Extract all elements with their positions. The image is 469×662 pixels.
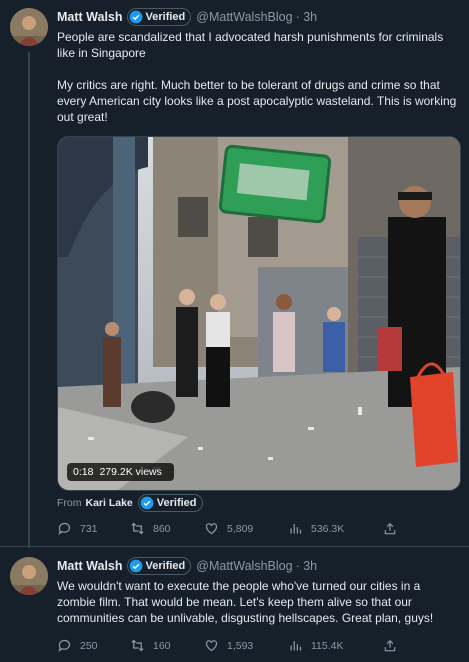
share-button[interactable] xyxy=(383,522,405,536)
verified-label: Verified xyxy=(145,560,186,572)
retweet-icon xyxy=(131,639,144,652)
avatar[interactable] xyxy=(10,557,48,595)
reply-count: 250 xyxy=(80,639,98,652)
reply-button[interactable]: 731 xyxy=(57,521,130,536)
views-icon xyxy=(290,641,302,651)
verified-badge[interactable]: Verified xyxy=(126,8,192,26)
like-button[interactable]: 5,809 xyxy=(204,521,288,536)
views-button[interactable]: 115.4K xyxy=(288,638,383,653)
video-views: 279.2K views xyxy=(99,466,162,478)
views-icon xyxy=(290,524,302,534)
reply-button[interactable]: 250 xyxy=(57,638,130,653)
view-count: 115.4K xyxy=(311,639,344,652)
share-icon xyxy=(384,639,396,651)
reply-icon xyxy=(58,639,71,653)
tweet-time[interactable]: · 3h xyxy=(296,10,318,24)
like-count: 1,593 xyxy=(227,639,254,652)
share-icon xyxy=(384,522,396,534)
tweet-text-paragraph: We wouldn't want to execute the people w… xyxy=(57,579,434,625)
author-handle[interactable]: @MattWalshBlog xyxy=(196,10,292,24)
reply-count: 731 xyxy=(80,522,98,535)
verified-check-icon xyxy=(129,559,142,573)
tweet-text: We wouldn't want to execute the people w… xyxy=(57,578,457,626)
tweet[interactable]: Matt Walsh Verified @MattWalshBlog · 3h … xyxy=(0,546,469,662)
tweet-header: Matt Walsh Verified @MattWalshBlog · 3h xyxy=(57,8,317,26)
avatar[interactable] xyxy=(10,8,48,46)
verified-badge[interactable]: Verified xyxy=(126,557,192,575)
retweet-count: 860 xyxy=(153,522,171,535)
tweet-text-paragraph: People are scandalized that I advocated … xyxy=(57,30,444,60)
tweet-actions: 731 860 5,809 536.3K xyxy=(57,521,405,536)
tweet-text: People are scandalized that I advocated … xyxy=(57,29,457,125)
video-player[interactable]: 0:18 279.2K views xyxy=(57,136,461,491)
views-button[interactable]: 536.3K xyxy=(288,521,383,536)
video-stats: 0:18 279.2K views xyxy=(67,463,174,481)
video-frame xyxy=(58,137,460,490)
author-name[interactable]: Matt Walsh xyxy=(57,10,123,24)
retweet-button[interactable]: 160 xyxy=(130,638,204,653)
retweet-button[interactable]: 860 xyxy=(130,521,204,536)
verified-badge[interactable]: Verified xyxy=(137,494,203,512)
from-label: From xyxy=(57,497,82,509)
like-button[interactable]: 1,593 xyxy=(204,638,288,653)
view-count: 536.3K xyxy=(311,522,345,535)
tweet-time[interactable]: · 3h xyxy=(296,559,318,573)
verified-label: Verified xyxy=(145,11,186,23)
reply-icon xyxy=(58,522,71,536)
from-source-link[interactable]: Kari Lake xyxy=(86,497,133,509)
tweet-header: Matt Walsh Verified @MattWalshBlog · 3h xyxy=(57,557,317,575)
verified-check-icon xyxy=(140,496,154,510)
like-icon xyxy=(205,640,218,652)
like-icon xyxy=(205,523,218,535)
author-handle[interactable]: @MattWalshBlog xyxy=(196,559,292,573)
retweet-count: 160 xyxy=(153,639,171,652)
verified-label: Verified xyxy=(156,497,197,509)
video-attribution: From Kari Lake Verified xyxy=(57,494,203,512)
verified-check-icon xyxy=(129,10,142,24)
like-count: 5,809 xyxy=(227,522,254,535)
tweet-actions: 250 160 1,593 115.4K xyxy=(57,638,405,653)
tweet-text-paragraph: My critics are right. Much better to be … xyxy=(57,78,457,124)
retweet-icon xyxy=(131,522,144,535)
tweet[interactable]: Matt Walsh Verified @MattWalshBlog · 3h … xyxy=(0,0,469,548)
thread-connector xyxy=(28,52,30,548)
video-duration: 0:18 xyxy=(73,466,94,478)
share-button[interactable] xyxy=(383,639,405,653)
author-name[interactable]: Matt Walsh xyxy=(57,559,123,573)
